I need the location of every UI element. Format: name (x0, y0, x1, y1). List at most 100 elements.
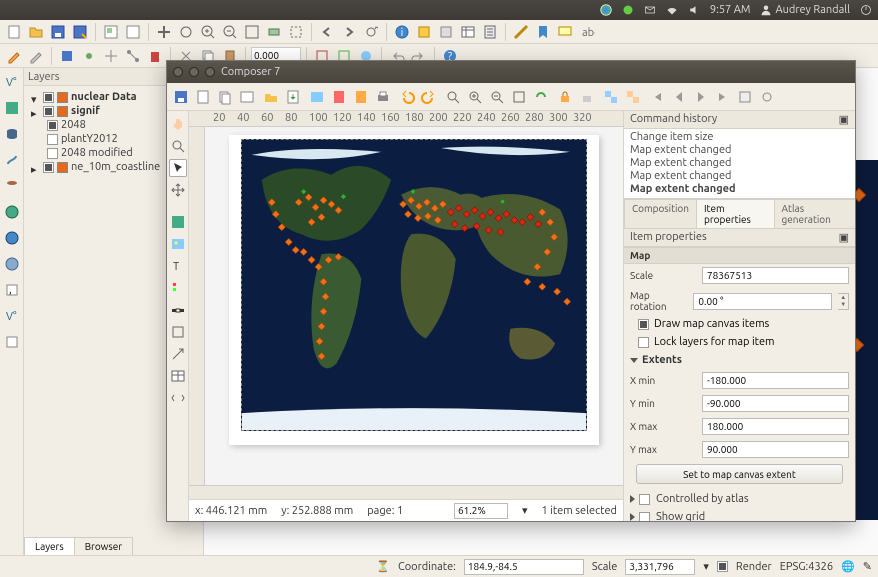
zoom-actual-icon[interactable] (509, 87, 529, 107)
open-project-icon[interactable] (26, 22, 46, 42)
history-item[interactable]: Map extent changed (630, 170, 849, 183)
scale-input[interactable] (625, 559, 695, 575)
zoom-layer-icon[interactable] (264, 22, 284, 42)
save-template-icon[interactable] (283, 87, 303, 107)
field-calc-icon[interactable] (480, 22, 500, 42)
scale-dropdown-icon[interactable]: ▾ (703, 560, 709, 573)
layer-label[interactable]: 2048 (61, 119, 86, 131)
export-image-icon[interactable] (307, 87, 327, 107)
toggle-edit-icon[interactable] (26, 46, 46, 66)
layer-label[interactable]: ne_10m_coastline (71, 161, 160, 173)
layer-label[interactable]: plantY2012 (61, 133, 118, 145)
refresh-view-icon[interactable] (531, 87, 551, 107)
atlas-prev-icon[interactable] (669, 87, 689, 107)
print-icon[interactable] (373, 87, 393, 107)
user-menu[interactable]: Audrey Randall (760, 4, 850, 16)
save-as-icon[interactable] (70, 22, 90, 42)
ungroup-icon[interactable] (623, 87, 643, 107)
zoom-dropdown-icon[interactable]: ▾ (522, 504, 528, 517)
layer-checkbox[interactable] (43, 92, 54, 103)
tab-item-properties[interactable]: Item properties (696, 199, 775, 228)
save-edits-icon[interactable] (57, 46, 77, 66)
network-icon[interactable] (666, 4, 678, 16)
add-delimited-icon[interactable]: , (2, 280, 22, 300)
tab-atlas-generation[interactable]: Atlas generation (774, 199, 855, 228)
undo-icon[interactable] (397, 87, 417, 107)
rotation-spinner[interactable]: ▲▼ (838, 293, 849, 310)
draw-canvas-checkbox[interactable] (638, 319, 649, 330)
coord-input[interactable] (464, 559, 584, 575)
rotation-field-input[interactable] (693, 293, 832, 310)
add-shape-icon[interactable] (169, 323, 187, 341)
window-max-icon[interactable] (205, 67, 215, 77)
layer-label[interactable]: nuclear Data (71, 91, 137, 103)
new-project-icon[interactable] (4, 22, 24, 42)
group-icon[interactable] (601, 87, 621, 107)
duplicate-icon[interactable] (215, 87, 235, 107)
attribute-table-icon[interactable] (458, 22, 478, 42)
zoom-next-icon[interactable] (339, 22, 359, 42)
history-item[interactable]: Map extent changed (630, 144, 849, 157)
tab-composition[interactable]: Composition (624, 199, 697, 228)
show-grid-section[interactable]: Show grid (624, 508, 855, 521)
add-vector-icon[interactable]: V° (2, 72, 22, 92)
pan-tool-icon[interactable] (169, 115, 187, 133)
layer-checkbox[interactable] (43, 162, 54, 173)
move-feature-icon[interactable] (101, 46, 121, 66)
zoom-in-icon[interactable] (465, 87, 485, 107)
power-icon[interactable] (860, 4, 872, 16)
layer-label[interactable]: signif (71, 105, 100, 117)
measure-icon[interactable] (511, 22, 531, 42)
tab-browser[interactable]: Browser (74, 537, 133, 555)
lock-icon[interactable] (555, 87, 575, 107)
controlled-by-atlas-section[interactable]: Controlled by atlas (624, 490, 855, 508)
identify-icon[interactable]: i (392, 22, 412, 42)
pan-icon[interactable] (154, 22, 174, 42)
composer-map-item[interactable] (241, 139, 587, 431)
select-icon[interactable] (414, 22, 434, 42)
new-composer-icon[interactable] (123, 22, 143, 42)
window-min-icon[interactable] (189, 67, 199, 77)
xmin-input[interactable] (702, 372, 849, 389)
new-shapefile-icon[interactable] (2, 332, 22, 352)
command-history-list[interactable]: Change item size Map extent changed Map … (624, 129, 855, 199)
zoom-tool-icon[interactable] (169, 137, 187, 155)
composer-titlebar[interactable]: Composer 7 (167, 61, 855, 83)
history-item[interactable]: Change item size (630, 131, 849, 144)
crs-label[interactable]: EPSG:4326 (780, 561, 833, 573)
add-feature-icon[interactable] (79, 46, 99, 66)
window-close-icon[interactable] (173, 67, 183, 77)
add-arrow-icon[interactable] (169, 345, 187, 363)
atlas-first-icon[interactable] (647, 87, 667, 107)
new-composer-icon[interactable] (193, 87, 213, 107)
layer-checkbox[interactable] (47, 148, 58, 159)
manager-icon[interactable] (237, 87, 257, 107)
add-wms-icon[interactable] (2, 202, 22, 222)
add-table-icon[interactable] (169, 367, 187, 385)
set-map-extent-button[interactable]: Set to map canvas extent (636, 464, 843, 484)
atlas-last-icon[interactable] (713, 87, 733, 107)
deselect-icon[interactable] (436, 22, 456, 42)
add-map-icon[interactable] (169, 213, 187, 231)
dock-close-icon[interactable]: ▣ (839, 113, 849, 126)
atlas-settings-icon[interactable] (757, 87, 777, 107)
crs-icon[interactable]: 🌐 (841, 560, 855, 573)
atlas-export-icon[interactable] (735, 87, 755, 107)
add-virtual-icon[interactable]: V° (2, 306, 22, 326)
layer-checkbox[interactable] (43, 106, 54, 117)
layer-label[interactable]: 2048 modified (61, 147, 133, 159)
export-pdf-icon[interactable] (329, 87, 349, 107)
zoom-out-icon[interactable] (220, 22, 240, 42)
history-item[interactable]: Map extent changed (630, 183, 849, 196)
edit-pencil-icon[interactable] (4, 46, 24, 66)
add-image-icon[interactable] (169, 235, 187, 253)
scale-field-input[interactable] (702, 267, 849, 284)
updates-icon[interactable] (622, 4, 634, 16)
lock-layers-checkbox[interactable] (638, 337, 649, 348)
render-checkbox[interactable] (717, 561, 728, 572)
add-spatialite-icon[interactable] (2, 150, 22, 170)
grid-checkbox[interactable] (639, 512, 650, 522)
layer-checkbox[interactable] (47, 134, 58, 145)
add-scalebar-icon[interactable] (169, 301, 187, 319)
add-raster-icon[interactable] (2, 98, 22, 118)
